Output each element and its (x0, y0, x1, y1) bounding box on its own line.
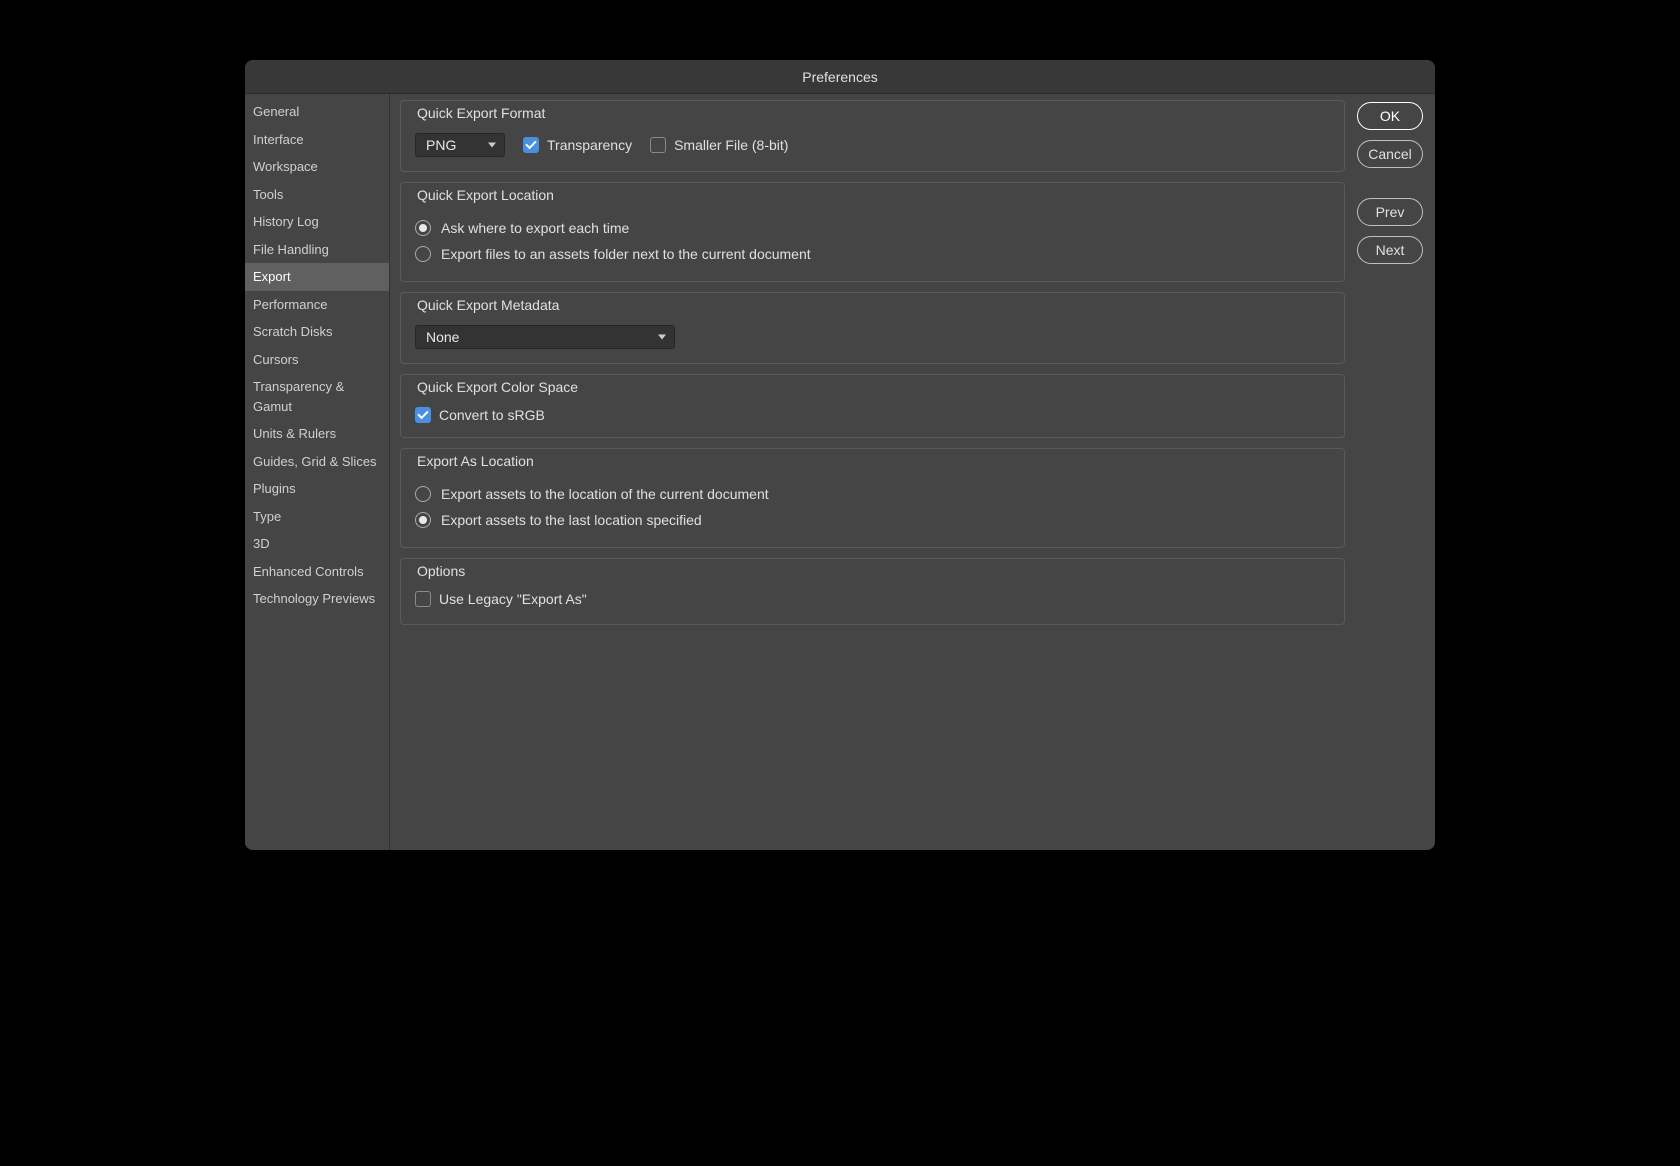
group-quick-export-color-space: Quick Export Color Space Convert to sRGB (400, 374, 1345, 438)
sidebar-item-3d[interactable]: 3D (245, 530, 389, 558)
radio-label: Export assets to the last location speci… (441, 512, 702, 528)
cancel-button[interactable]: Cancel (1357, 140, 1423, 168)
sidebar-item-guides-grid-slices[interactable]: Guides, Grid & Slices (245, 448, 389, 476)
preferences-window: Preferences General Interface Workspace … (245, 60, 1435, 850)
group-title: Quick Export Color Space (413, 379, 582, 395)
next-button[interactable]: Next (1357, 236, 1423, 264)
smaller-file-checkbox[interactable] (650, 137, 666, 153)
legacy-export-checkbox[interactable] (415, 591, 431, 607)
format-dropdown-value: PNG (426, 137, 456, 153)
legacy-export-checkbox-wrap[interactable]: Use Legacy "Export As" (415, 591, 587, 607)
ok-button[interactable]: OK (1357, 102, 1423, 130)
sidebar-item-interface[interactable]: Interface (245, 126, 389, 154)
window-title: Preferences (802, 69, 877, 85)
radio-label: Export assets to the location of the cur… (441, 486, 769, 502)
transparency-label: Transparency (547, 137, 632, 153)
group-title: Options (413, 563, 469, 579)
sidebar-item-units-rulers[interactable]: Units & Rulers (245, 420, 389, 448)
metadata-dropdown[interactable]: None (415, 325, 675, 349)
convert-srgb-checkbox[interactable] (415, 407, 431, 423)
group-title: Export As Location (413, 453, 538, 469)
group-title: Quick Export Format (413, 105, 549, 121)
sidebar-item-file-handling[interactable]: File Handling (245, 236, 389, 264)
main-panel: Quick Export Format PNG Transparency Sma… (390, 94, 1355, 850)
sidebar-item-general[interactable]: General (245, 98, 389, 126)
radio-label: Export files to an assets folder next to… (441, 246, 811, 262)
sidebar-item-workspace[interactable]: Workspace (245, 153, 389, 181)
group-options: Options Use Legacy "Export As" (400, 558, 1345, 625)
sidebar-item-scratch-disks[interactable]: Scratch Disks (245, 318, 389, 346)
chevron-down-icon (488, 143, 496, 148)
group-title: Quick Export Metadata (413, 297, 563, 313)
smaller-file-checkbox-wrap[interactable]: Smaller File (8-bit) (650, 137, 788, 153)
format-dropdown[interactable]: PNG (415, 133, 505, 157)
legacy-export-label: Use Legacy "Export As" (439, 591, 587, 607)
sidebar-item-tools[interactable]: Tools (245, 181, 389, 209)
convert-srgb-label: Convert to sRGB (439, 407, 545, 423)
action-buttons: OK Cancel Prev Next (1355, 94, 1435, 850)
location-radio-assets-folder[interactable]: Export files to an assets folder next to… (415, 241, 1330, 267)
sidebar-item-transparency-gamut[interactable]: Transparency & Gamut (245, 373, 389, 420)
radio-label: Ask where to export each time (441, 220, 629, 236)
convert-srgb-checkbox-wrap[interactable]: Convert to sRGB (415, 407, 545, 423)
group-quick-export-format: Quick Export Format PNG Transparency Sma… (400, 100, 1345, 172)
chevron-down-icon (658, 335, 666, 340)
sidebar-item-performance[interactable]: Performance (245, 291, 389, 319)
smaller-file-label: Smaller File (8-bit) (674, 137, 788, 153)
sidebar-item-type[interactable]: Type (245, 503, 389, 531)
export-as-radio-last-location[interactable]: Export assets to the last location speci… (415, 507, 1330, 533)
group-quick-export-metadata: Quick Export Metadata None (400, 292, 1345, 364)
radio-icon[interactable] (415, 486, 431, 502)
window-content: General Interface Workspace Tools Histor… (245, 94, 1435, 850)
metadata-dropdown-value: None (426, 329, 459, 345)
sidebar-item-export[interactable]: Export (245, 263, 389, 291)
group-title: Quick Export Location (413, 187, 558, 203)
export-as-radio-current-doc[interactable]: Export assets to the location of the cur… (415, 481, 1330, 507)
sidebar-item-enhanced-controls[interactable]: Enhanced Controls (245, 558, 389, 586)
group-export-as-location: Export As Location Export assets to the … (400, 448, 1345, 548)
radio-icon[interactable] (415, 220, 431, 236)
transparency-checkbox[interactable] (523, 137, 539, 153)
transparency-checkbox-wrap[interactable]: Transparency (523, 137, 632, 153)
sidebar-item-technology-previews[interactable]: Technology Previews (245, 585, 389, 613)
sidebar: General Interface Workspace Tools Histor… (245, 94, 390, 850)
group-quick-export-location: Quick Export Location Ask where to expor… (400, 182, 1345, 282)
sidebar-item-history-log[interactable]: History Log (245, 208, 389, 236)
location-radio-ask[interactable]: Ask where to export each time (415, 215, 1330, 241)
prev-button[interactable]: Prev (1357, 198, 1423, 226)
sidebar-item-cursors[interactable]: Cursors (245, 346, 389, 374)
window-titlebar: Preferences (245, 60, 1435, 94)
radio-icon[interactable] (415, 512, 431, 528)
sidebar-item-plugins[interactable]: Plugins (245, 475, 389, 503)
radio-icon[interactable] (415, 246, 431, 262)
